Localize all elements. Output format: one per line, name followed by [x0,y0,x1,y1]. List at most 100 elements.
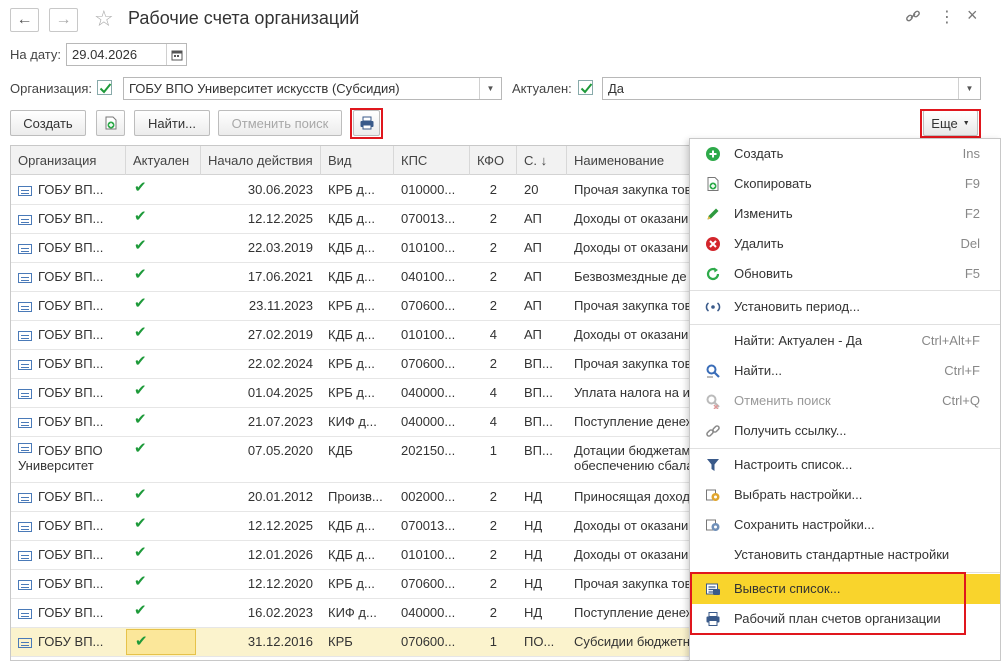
org-filter-checkbox[interactable] [97,80,112,95]
menu-item-label: Найти... [734,363,782,378]
close-icon[interactable]: × [967,5,978,26]
more-vertical-icon[interactable]: ⋮ [939,7,955,27]
menu-item-10[interactable]: Настроить список... [690,450,1000,480]
create-button[interactable]: Создать [10,110,86,136]
cell-s: ВП... [524,385,553,400]
cell-actual: ✔ [133,541,163,565]
favorite-star-icon[interactable]: ☆ [94,6,114,32]
cell-name: Поступление денеж [574,414,695,429]
table-row[interactable]: ГОБУ ВП... ✔ 30.06.2023 КРБ д... 010000... 2 2… [11,176,700,205]
column-header-s[interactable]: С. ↓ [517,146,567,175]
org-text: ГОБУ ВП... [38,634,104,649]
menu-item-label: Настроить список... [734,457,853,472]
cell-org: ГОБУ ВП... [18,379,126,407]
cell-s: НД [524,605,543,620]
org-text: ГОБУ ВП... [38,547,104,562]
forward-button[interactable]: → [49,8,78,32]
column-header-kfo[interactable]: КФО [470,146,517,175]
account-icon [18,388,32,399]
cell-actual: ✔ [133,176,163,200]
back-button[interactable]: ← [10,8,39,32]
menu-item-label: Скопировать [734,176,812,191]
table-row[interactable]: ГОБУ ВП... ✔ 16.02.2023 КИФ д... 040000... 2 Н… [11,599,700,628]
menu-item-13[interactable]: Установить стандартные настройки [690,540,1000,570]
cell-kps: 070013... [401,518,456,533]
menu-item-5[interactable]: Установить период... [690,292,1000,322]
cell-start: 12.12.2020 [247,576,313,591]
menu-item-3[interactable]: Удалить Del [690,229,1000,259]
actual-select[interactable]: Да ▼ [602,77,981,100]
cell-kind: КИФ д... [328,605,377,620]
menu-item-0[interactable]: Создать Ins [690,139,1000,169]
org-select[interactable]: ГОБУ ВПО Университет искусств (Субсидия)… [123,77,502,100]
copy-button[interactable] [96,110,125,136]
check-icon: ✔ [135,633,148,650]
table-row[interactable]: ГОБУ ВП... ✔ 20.01.2012 Произв... 002000... 2… [11,483,700,512]
cell-start: 22.02.2024 [247,356,313,371]
table-row[interactable]: ГОБУ ВП... ✔ 31.12.2016 КРБ 070600... 1 ПО... С… [11,628,700,657]
table-row[interactable]: ГОБУ ВП... ✔ 23.11.2023 КРБ д... 070600... 2 А… [11,292,700,321]
cell-kind: КДБ д... [328,211,375,226]
menu-item-9[interactable]: Получить ссылку... [690,416,1000,446]
column-header-kind[interactable]: Вид [321,146,394,175]
menu-item-shortcut: Del [960,236,980,251]
table-row[interactable]: ГОБУ ВП... ✔ 21.07.2023 КИФ д... 040000... 4 В… [11,408,700,437]
copy-icon [707,177,719,191]
menu-item-12[interactable]: Сохранить настройки... [690,510,1000,540]
cell-kind: КРБ д... [328,182,375,197]
cell-s: ВП... [524,414,553,429]
table-row[interactable]: ГОБУ ВП... ✔ 12.12.2025 КДБ д... 070013... 2 А… [11,205,700,234]
account-icon [18,443,32,453]
menu-item-label: Установить период... [734,299,860,314]
table-row[interactable]: ГОБУ ВП... ✔ 27.02.2019 КДБ д... 010100... 4 А… [11,321,700,350]
find-button[interactable]: Найти... [134,110,210,136]
table-row[interactable]: ГОБУ ВП... ✔ 17.06.2021 КДБ д... 040100... 2 А… [11,263,700,292]
cell-kfo: 2 [489,518,497,533]
column-header-actual[interactable]: Актуален [126,146,201,175]
column-header-org[interactable]: Организация [11,146,126,175]
check-icon: ✔ [134,237,147,254]
table-row[interactable]: ГОБУ ВП... ✔ 12.12.2025 КДБ д... 070013... 2 Н… [11,512,700,541]
menu-item-shortcut: F9 [964,176,980,191]
link-icon[interactable] [905,8,921,28]
column-header-start[interactable]: Начало действия [201,146,321,175]
cell-kfo: 2 [489,489,497,504]
cell-start: 21.07.2023 [247,414,313,429]
cell-kps: 040000... [401,414,456,429]
cell-org: ГОБУ ВП... [18,599,126,627]
check-icon: ✔ [134,486,147,503]
menu-item-8[interactable]: Отменить поиск Ctrl+Q [690,386,1000,416]
org-label: Организация: [10,81,93,96]
table-row[interactable]: ГОБУ ВП... ✔ 22.03.2019 КДБ д... 010100... 2 А… [11,234,700,263]
table-row[interactable]: ГОБУ ВПО Университет ✔ 07.05.2020 КДБ 202150… [11,437,700,483]
cell-kps: 070600... [401,298,456,313]
table-row[interactable]: ГОБУ ВП... ✔ 12.12.2020 КРБ д... 070600... 2 Н… [11,570,700,599]
cancel-search-button[interactable]: Отменить поиск [218,110,342,136]
actual-dropdown-button[interactable]: ▼ [958,78,980,99]
table-row[interactable]: ГОБУ ВП... ✔ 22.02.2024 КРБ д... 070600... 2 В… [11,350,700,379]
actual-filter-checkbox[interactable] [578,80,593,95]
menu-separator [690,324,1000,325]
menu-item-6[interactable]: Найти: Актуален - Да Ctrl+Alt+F [690,326,1000,356]
table-row[interactable]: ГОБУ ВП... ✔ 12.01.2026 КДБ д... 010100... 2 Н… [11,541,700,570]
column-header-kps[interactable]: КПС [394,146,470,175]
cell-kfo: 2 [489,269,497,284]
cell-s: 20 [524,182,539,197]
date-field[interactable]: 29.04.2026 [66,43,187,66]
menu-item-2[interactable]: Изменить F2 [690,199,1000,229]
cell-actual: ✔ [133,408,163,432]
org-text: ГОБУ ВП... [38,576,104,591]
calendar-button[interactable] [166,44,186,65]
cell-org: ГОБУ ВП... [18,483,126,511]
org-dropdown-button[interactable]: ▼ [479,78,501,99]
menu-item-7[interactable]: Найти... Ctrl+F [690,356,1000,386]
menu-item-4[interactable]: Обновить F5 [690,259,1000,289]
menu-item-1[interactable]: Скопировать F9 [690,169,1000,199]
chevron-down-icon: ▼ [486,84,495,93]
table-row[interactable]: ГОБУ ВП... ✔ 01.04.2025 КРБ д... 040000... 4 В… [11,379,700,408]
cell-kind: КДБ д... [328,240,375,255]
account-icon [18,272,32,283]
menu-item-11[interactable]: Выбрать настройки... [690,480,1000,510]
account-icon [18,637,32,648]
column-header-name[interactable]: Наименование [567,146,700,175]
